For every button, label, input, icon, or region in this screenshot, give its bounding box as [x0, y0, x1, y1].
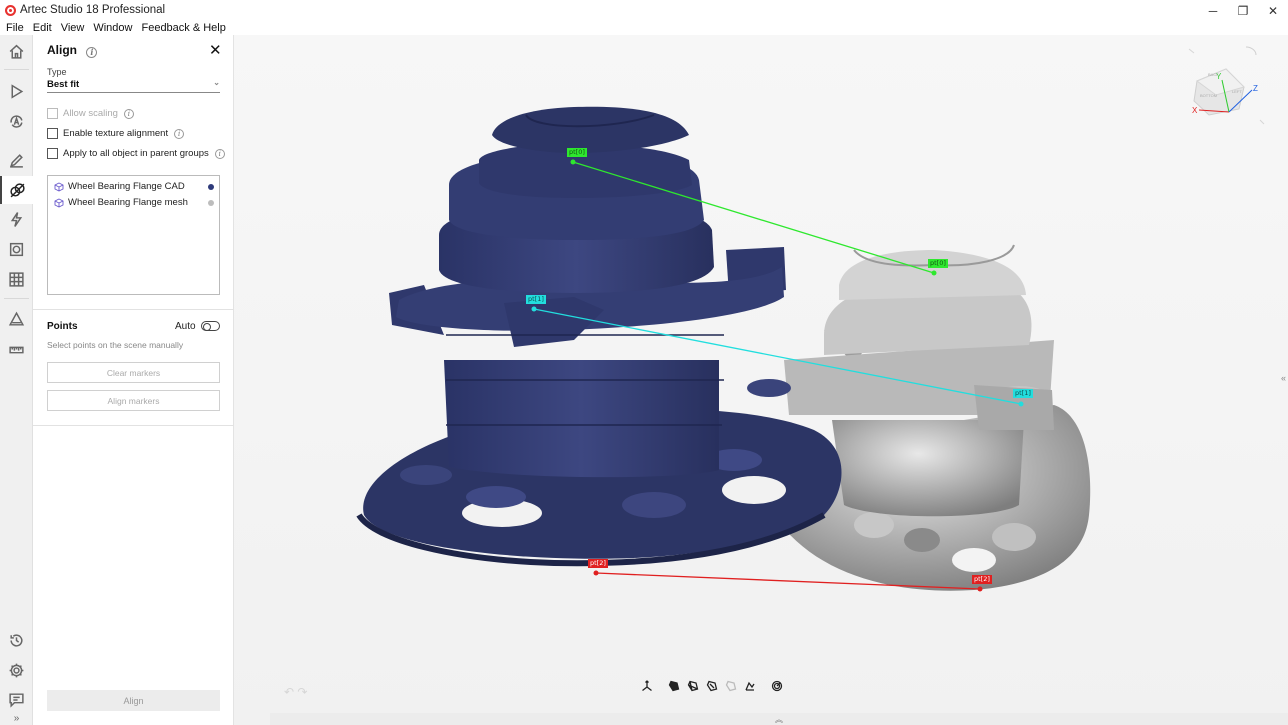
expand-chevron-icon[interactable]: » [0, 711, 33, 725]
texture-alignment-label: Enable texture alignment [63, 128, 169, 139]
auto-label: Auto [175, 321, 196, 332]
orientation-gizmo[interactable]: X Y Z BACK BOTTOM LEFT [1188, 46, 1265, 125]
info-icon[interactable]: i [214, 148, 225, 159]
chevron-up-icon: ︽ [775, 714, 783, 724]
allow-scaling-checkbox [47, 108, 58, 119]
points-hint: Select points on the scene manually [47, 340, 184, 350]
points-title: Points [47, 321, 78, 332]
panel-title-text: Align [47, 43, 77, 57]
chat-icon[interactable] [0, 685, 33, 713]
undo-redo-icons[interactable]: ↶ ↷ [284, 685, 307, 699]
svg-text:BACK: BACK [1208, 72, 1219, 77]
type-select[interactable]: Best fit ⌄ [47, 78, 220, 93]
auto-toggle[interactable] [201, 321, 220, 331]
allow-scaling-option: Allow scaling i [47, 108, 134, 119]
ruler-icon[interactable] [0, 335, 33, 363]
svg-text:BOTTOM: BOTTOM [1200, 93, 1217, 98]
mesh-model-icon [54, 197, 64, 208]
object-name: Wheel Bearing Flange CAD [68, 181, 185, 192]
object-name: Wheel Bearing Flange mesh [68, 197, 188, 208]
view-mode-toolbar [637, 676, 786, 696]
object-color-dot [208, 183, 214, 190]
lightning-icon[interactable] [0, 205, 33, 233]
type-select-value: Best fit [47, 79, 80, 90]
close-panel-icon[interactable]: ✕ [209, 41, 222, 59]
panel-title: Align i [47, 43, 98, 58]
menu-view[interactable]: View [61, 22, 85, 34]
svg-text:X: X [1192, 106, 1198, 115]
cad-model-icon [54, 181, 64, 192]
window-title: Artec Studio 18 Professional [20, 4, 166, 16]
spiral-icon[interactable] [767, 676, 786, 696]
list-item[interactable]: Wheel Bearing Flange mesh [54, 197, 214, 208]
play-icon[interactable] [0, 77, 33, 105]
3d-viewport[interactable]: X Y Z BACK BOTTOM LEFT pt[0] pt[0] pt[1]… [234, 35, 1288, 725]
marker-label[interactable]: pt[1] [1013, 389, 1033, 398]
minimize-button[interactable]: ─ [1198, 0, 1228, 22]
apply-parent-groups-checkbox[interactable] [47, 148, 58, 159]
menu-bar: File Edit View Window Feedback & Help [0, 20, 1288, 35]
type-label: Type [47, 67, 67, 77]
svg-text:Z: Z [1253, 84, 1258, 93]
marker-label[interactable]: pt[2] [588, 559, 608, 568]
autopilot-icon[interactable] [0, 107, 33, 135]
close-window-button[interactable]: ✕ [1258, 0, 1288, 22]
list-item[interactable]: Wheel Bearing Flange CAD [54, 181, 214, 192]
mesh-model[interactable] [774, 244, 1091, 591]
chevron-down-icon: ⌄ [213, 78, 220, 87]
clear-markers-button[interactable]: Clear markers [47, 362, 220, 383]
info-icon[interactable]: i [123, 108, 134, 119]
allow-scaling-label: Allow scaling [63, 108, 118, 119]
left-toolbar: » [0, 35, 33, 725]
home-icon[interactable] [0, 37, 33, 65]
transform-axes-icon[interactable] [637, 676, 656, 696]
view-ghost-icon[interactable] [721, 676, 740, 696]
apply-parent-groups-option[interactable]: Apply to all object in parent groups i [47, 148, 225, 159]
info-icon[interactable]: i [86, 46, 98, 58]
svg-text:LEFT: LEFT [1232, 89, 1242, 94]
lighting-icon[interactable] [740, 676, 759, 696]
marker-label[interactable]: pt[1] [526, 295, 546, 304]
object-color-dot [208, 199, 214, 206]
info-icon[interactable]: i [174, 128, 185, 139]
collapse-right-panel-icon[interactable]: « [1281, 373, 1286, 383]
align-button[interactable]: Align [47, 690, 220, 711]
marker-label[interactable]: pt[0] [567, 148, 587, 157]
title-bar: Artec Studio 18 Professional ─ ❐ ✕ [0, 0, 1288, 20]
checker-icon[interactable] [0, 265, 33, 293]
align-panel: Align i ✕ Type Best fit ⌄ Allow scaling … [33, 35, 234, 725]
object-list: Wheel Bearing Flange CAD Wheel Bearing F… [47, 175, 220, 295]
align-markers-button[interactable]: Align markers [47, 390, 220, 411]
texture-alignment-option[interactable]: Enable texture alignment i [47, 128, 185, 139]
history-icon[interactable] [0, 626, 33, 654]
align-icon[interactable] [0, 176, 33, 204]
apply-parent-groups-label: Apply to all object in parent groups [63, 148, 209, 159]
menu-file[interactable]: File [6, 22, 24, 34]
marker-label[interactable]: pt[0] [928, 259, 948, 268]
bottom-panel-toggle[interactable]: ︽ [270, 713, 1288, 725]
marker-label[interactable]: pt[2] [972, 575, 992, 584]
texture-alignment-checkbox[interactable] [47, 128, 58, 139]
measure-triangle-icon[interactable] [0, 305, 33, 333]
settings-gear-icon[interactable] [0, 656, 33, 684]
edit-pencil-icon[interactable] [0, 146, 33, 174]
view-textured-icon[interactable] [702, 676, 721, 696]
artec-logo-icon [5, 4, 16, 16]
view-wire-icon[interactable] [683, 676, 702, 696]
restore-button[interactable]: ❐ [1228, 0, 1258, 22]
menu-feedback-help[interactable]: Feedback & Help [141, 22, 225, 34]
menu-window[interactable]: Window [93, 22, 132, 34]
menu-edit[interactable]: Edit [33, 22, 52, 34]
texture-icon[interactable] [0, 235, 33, 263]
cad-model[interactable] [356, 106, 842, 567]
view-solid-icon[interactable] [664, 676, 683, 696]
scene-canvas[interactable]: X Y Z BACK BOTTOM LEFT [234, 35, 1288, 725]
